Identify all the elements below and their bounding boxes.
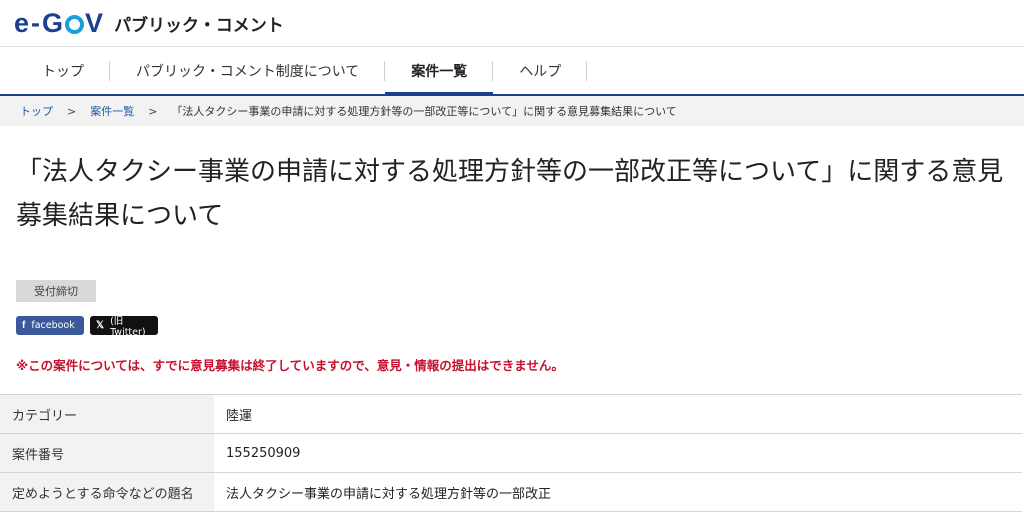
breadcrumb-current: 「法人タクシー事業の申請に対する処理方針等の一部改正等について」に関する意見募集… [171,105,677,118]
facebook-icon: f [22,320,26,331]
row-label: 案件番号 [0,434,214,472]
x-icon: 𝕏 [96,320,105,331]
breadcrumb: トップ > 案件一覧 > 「法人タクシー事業の申請に対する処理方針等の一部改正等… [0,96,1024,126]
breadcrumb-list-link[interactable]: 案件一覧 [90,103,134,119]
nav-item-list[interactable]: 案件一覧 [385,47,494,96]
global-nav: トップ パブリック・コメント制度について 案件一覧 ヘルプ [0,47,1024,96]
row-value: 陸運 [226,408,253,424]
table-row: 定めようとする命令などの題名 法人タクシー事業の申請に対する処理方針等の一部改正 [0,473,1022,512]
table-row: カテゴリー 陸運 [0,395,1022,434]
info-table: カテゴリー 陸運 案件番号 155250909 定めようとする命令などの題名 法… [0,394,1022,512]
site-name[interactable]: パブリック・コメント [114,11,284,36]
breadcrumb-separator: > [148,104,158,118]
facebook-share-button[interactable]: f facebook [16,316,84,335]
nav-item-top[interactable]: トップ [16,47,110,94]
breadcrumb-home-link[interactable]: トップ [20,103,53,119]
share-buttons: f facebook 𝕏 (旧Twitter) [16,316,1024,338]
x-share-button[interactable]: 𝕏 (旧Twitter) [90,316,158,338]
breadcrumb-separator: > [67,104,77,118]
row-value: 155250909 [226,445,301,461]
nav-item-help[interactable]: ヘルプ [493,47,588,94]
row-label: 定めようとする命令などの題名 [0,473,214,511]
egov-logo[interactable]: e-GV [14,8,104,39]
nav-item-about[interactable]: パブリック・コメント制度について [110,47,386,94]
closed-notice: ※この案件については、すでに意見募集は終了していますので、意見・情報の提出はでき… [16,358,564,373]
table-row: 案件番号 155250909 [0,434,1022,473]
row-label: カテゴリー [0,395,214,433]
site-header: e-GV パブリック・コメント [0,0,1024,47]
status-badge: 受付締切 [16,280,96,302]
page-title: 「法人タクシー事業の申請に対する処理方針等の一部改正等について」に関する意見募集… [16,157,1004,231]
row-value: 法人タクシー事業の申請に対する処理方針等の一部改正 [226,486,552,502]
